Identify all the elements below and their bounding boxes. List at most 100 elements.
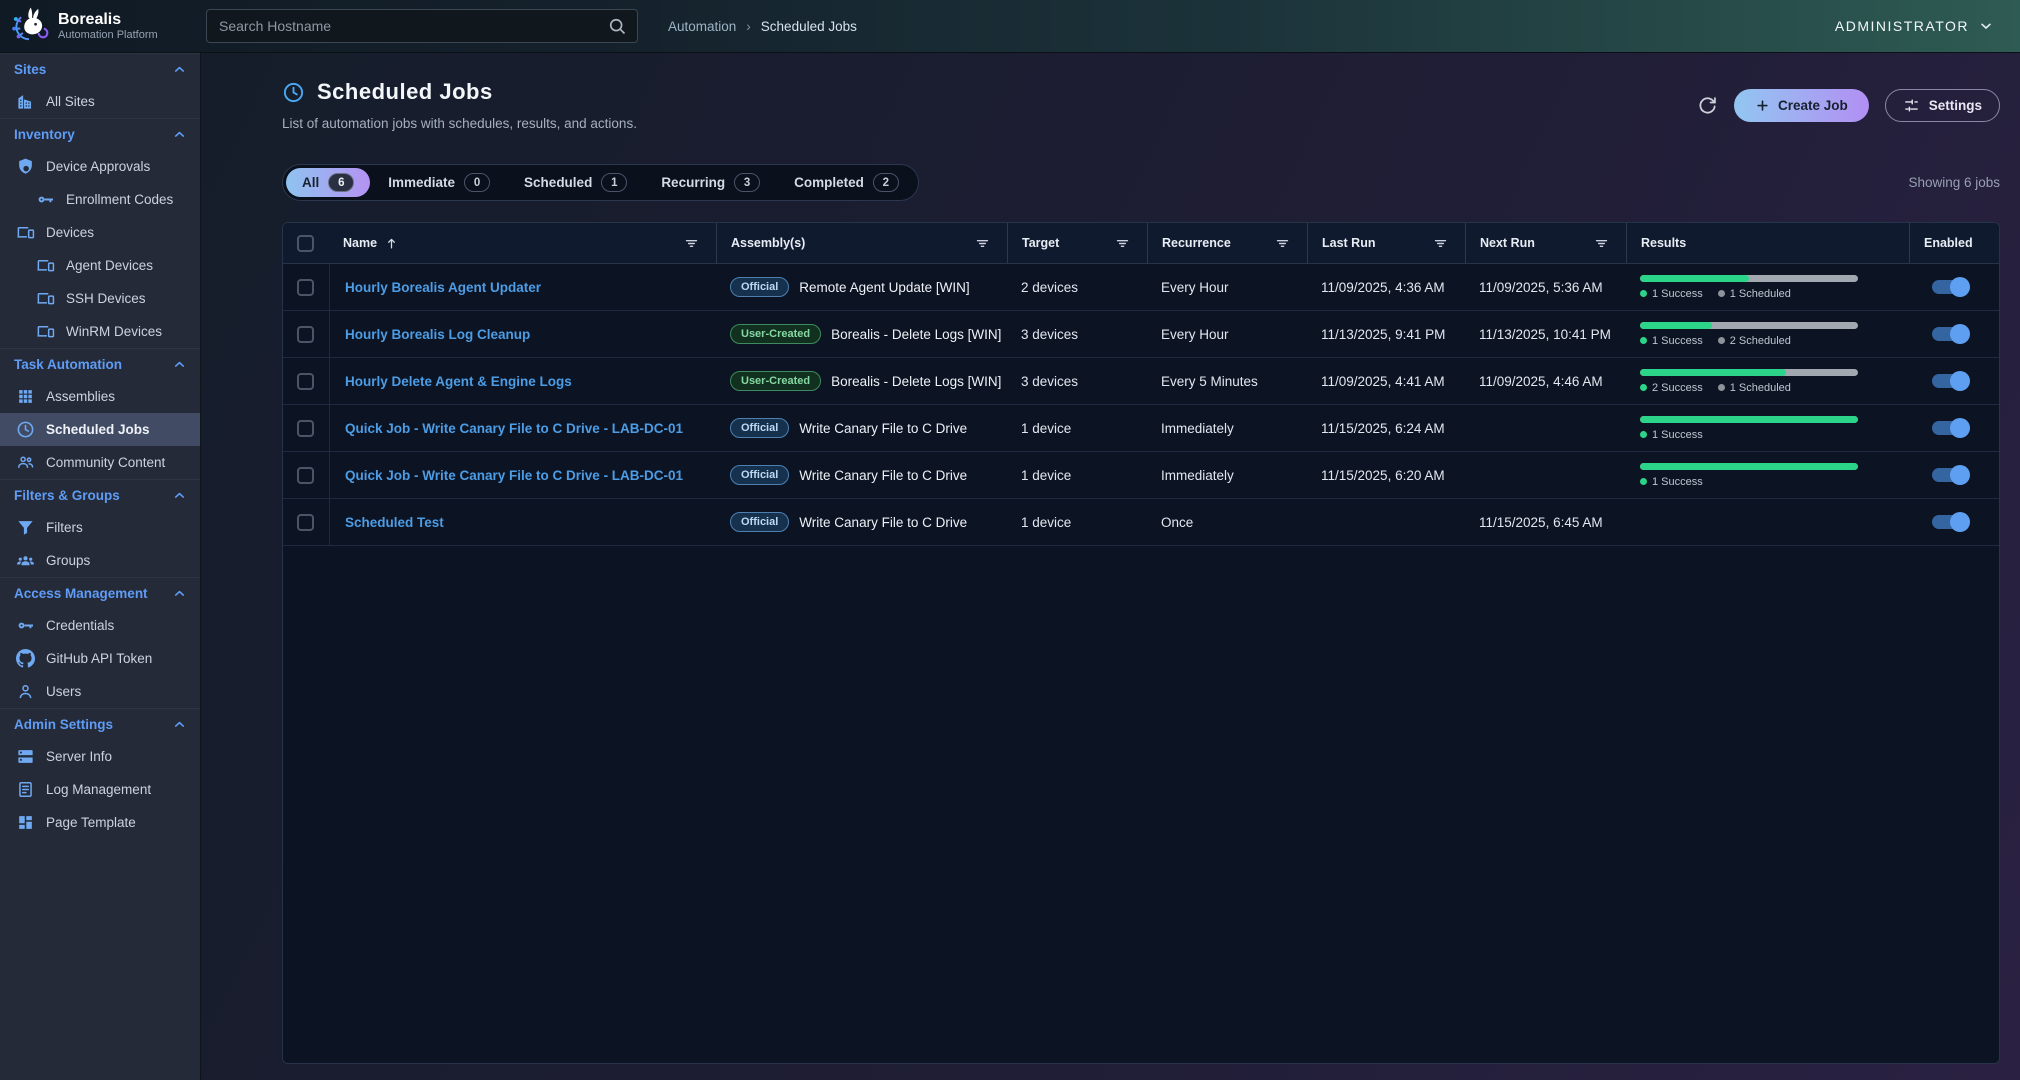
column-header-results[interactable]: Results	[1626, 223, 1909, 263]
sidebar-item-label: Community Content	[46, 455, 165, 470]
chevron-up-icon	[172, 357, 187, 372]
sidebar-item-scheduled-jobs[interactable]: Scheduled Jobs	[0, 413, 200, 446]
plus-icon	[1755, 98, 1770, 113]
sidebar-item-page-template[interactable]: Page Template	[0, 806, 200, 839]
breadcrumb-scheduled-jobs[interactable]: Scheduled Jobs	[736, 19, 857, 34]
key-icon	[36, 190, 55, 209]
enabled-toggle[interactable]	[1932, 515, 1966, 529]
column-header-enabled[interactable]: Enabled	[1909, 223, 1999, 263]
recurrence-cell: Immediately	[1147, 421, 1307, 436]
sidebar-section-admin-settings[interactable]: Admin Settings	[0, 708, 200, 740]
select-all-checkbox[interactable]	[297, 235, 314, 252]
sidebar-section-access-management[interactable]: Access Management	[0, 577, 200, 609]
tab-count-badge: 2	[873, 173, 899, 192]
sidebar-section-filters-groups[interactable]: Filters & Groups	[0, 479, 200, 511]
job-name-link[interactable]: Scheduled Test	[345, 515, 444, 530]
sidebar-item-label: Agent Devices	[66, 258, 153, 273]
tab-completed[interactable]: Completed2	[778, 168, 915, 197]
filter-icon[interactable]	[974, 235, 991, 252]
search-input[interactable]	[207, 18, 607, 34]
tab-recurring[interactable]: Recurring3	[645, 168, 776, 197]
results-progress	[1640, 275, 1858, 282]
column-header-recurrence[interactable]: Recurrence	[1147, 223, 1307, 263]
row-checkbox[interactable]	[297, 420, 314, 437]
row-checkbox[interactable]	[297, 373, 314, 390]
enabled-toggle[interactable]	[1932, 374, 1966, 388]
last-run-cell: 11/13/2025, 9:41 PM	[1307, 327, 1465, 342]
job-name-link[interactable]: Quick Job - Write Canary File to C Drive…	[345, 468, 683, 483]
tab-all[interactable]: All6	[286, 168, 370, 197]
sort-asc-icon[interactable]	[384, 236, 399, 251]
settings-button[interactable]: Settings	[1885, 89, 2000, 122]
sidebar-item-log-management[interactable]: Log Management	[0, 773, 200, 806]
tab-immediate[interactable]: Immediate0	[372, 168, 506, 197]
create-job-button[interactable]: Create Job	[1734, 89, 1869, 122]
column-header-assembly-s[interactable]: Assembly(s)	[716, 223, 1007, 263]
sidebar-item-device-approvals[interactable]: Device Approvals	[0, 150, 200, 183]
row-checkbox[interactable]	[297, 326, 314, 343]
sidebar-item-assemblies[interactable]: Assemblies	[0, 380, 200, 413]
row-checkbox[interactable]	[297, 467, 314, 484]
job-name-link[interactable]: Quick Job - Write Canary File to C Drive…	[345, 421, 683, 436]
sidebar-item-users[interactable]: Users	[0, 675, 200, 708]
column-header-target[interactable]: Target	[1007, 223, 1147, 263]
enabled-toggle[interactable]	[1932, 421, 1966, 435]
sidebar-item-label: Page Template	[46, 815, 136, 830]
sidebar-item-server-info[interactable]: Server Info	[0, 740, 200, 773]
breadcrumb-automation[interactable]: Automation	[668, 19, 736, 34]
recurrence-cell: Every Hour	[1147, 280, 1307, 295]
building-icon	[16, 92, 35, 111]
sidebar-item-groups[interactable]: Groups	[0, 544, 200, 577]
results-cell: 1 Success	[1626, 416, 1909, 441]
sidebar-section-task-automation[interactable]: Task Automation	[0, 348, 200, 380]
filter-icon[interactable]	[683, 235, 700, 252]
column-header-next-run[interactable]: Next Run	[1465, 223, 1626, 263]
enabled-toggle[interactable]	[1932, 468, 1966, 482]
column-header-name[interactable]: Name	[329, 223, 716, 263]
enabled-toggle[interactable]	[1932, 327, 1966, 341]
sidebar-section-inventory[interactable]: Inventory	[0, 118, 200, 150]
sidebar-item-github-api-token[interactable]: GitHub API Token	[0, 642, 200, 675]
enabled-toggle[interactable]	[1932, 280, 1966, 294]
sidebar-item-label: Enrollment Codes	[66, 192, 173, 207]
section-label: Task Automation	[14, 357, 122, 372]
job-name-link[interactable]: Hourly Borealis Agent Updater	[345, 280, 541, 295]
column-label: Last Run	[1322, 236, 1375, 250]
sidebar-item-enrollment-codes[interactable]: Enrollment Codes	[0, 183, 200, 216]
row-checkbox[interactable]	[297, 514, 314, 531]
sidebar-item-agent-devices[interactable]: Agent Devices	[0, 249, 200, 282]
next-run-cell: 11/15/2025, 6:45 AM	[1465, 515, 1626, 530]
user-menu[interactable]: ADMINISTRATOR	[1835, 18, 1994, 34]
sidebar-item-all-sites[interactable]: All Sites	[0, 85, 200, 118]
column-header-last-run[interactable]: Last Run	[1307, 223, 1465, 263]
results-cell: 2 Success1 Scheduled	[1626, 369, 1909, 394]
success-count: 1 Success	[1640, 429, 1703, 441]
filter-icon[interactable]	[1593, 235, 1610, 252]
table-row: Scheduled TestOfficialWrite Canary File …	[283, 499, 1999, 546]
target-cell: 3 devices	[1007, 374, 1147, 389]
sidebar-item-filters[interactable]: Filters	[0, 511, 200, 544]
sidebar-item-credentials[interactable]: Credentials	[0, 609, 200, 642]
hostname-search[interactable]	[206, 9, 638, 43]
target-cell: 1 device	[1007, 468, 1147, 483]
refresh-icon[interactable]	[1697, 95, 1718, 116]
last-run-cell: 11/15/2025, 6:20 AM	[1307, 468, 1465, 483]
filter-icon[interactable]	[1432, 235, 1449, 252]
sidebar-item-winrm-devices[interactable]: WinRM Devices	[0, 315, 200, 348]
key-icon	[16, 616, 35, 635]
sidebar-item-community-content[interactable]: Community Content	[0, 446, 200, 479]
results-progress	[1640, 369, 1858, 376]
tab-scheduled[interactable]: Scheduled1	[508, 168, 643, 197]
sidebar-section-sites[interactable]: Sites	[0, 53, 200, 85]
job-name-link[interactable]: Hourly Borealis Log Cleanup	[345, 327, 530, 342]
search-icon[interactable]	[607, 16, 627, 36]
recurrence-cell: Once	[1147, 515, 1307, 530]
sidebar-item-devices[interactable]: Devices	[0, 216, 200, 249]
job-name-link[interactable]: Hourly Delete Agent & Engine Logs	[345, 374, 572, 389]
row-checkbox[interactable]	[297, 279, 314, 296]
brand-logo[interactable]: Borealis Automation Platform	[0, 5, 200, 47]
filter-icon[interactable]	[1114, 235, 1131, 252]
filter-icon[interactable]	[1274, 235, 1291, 252]
template-icon	[16, 813, 35, 832]
sidebar-item-ssh-devices[interactable]: SSH Devices	[0, 282, 200, 315]
